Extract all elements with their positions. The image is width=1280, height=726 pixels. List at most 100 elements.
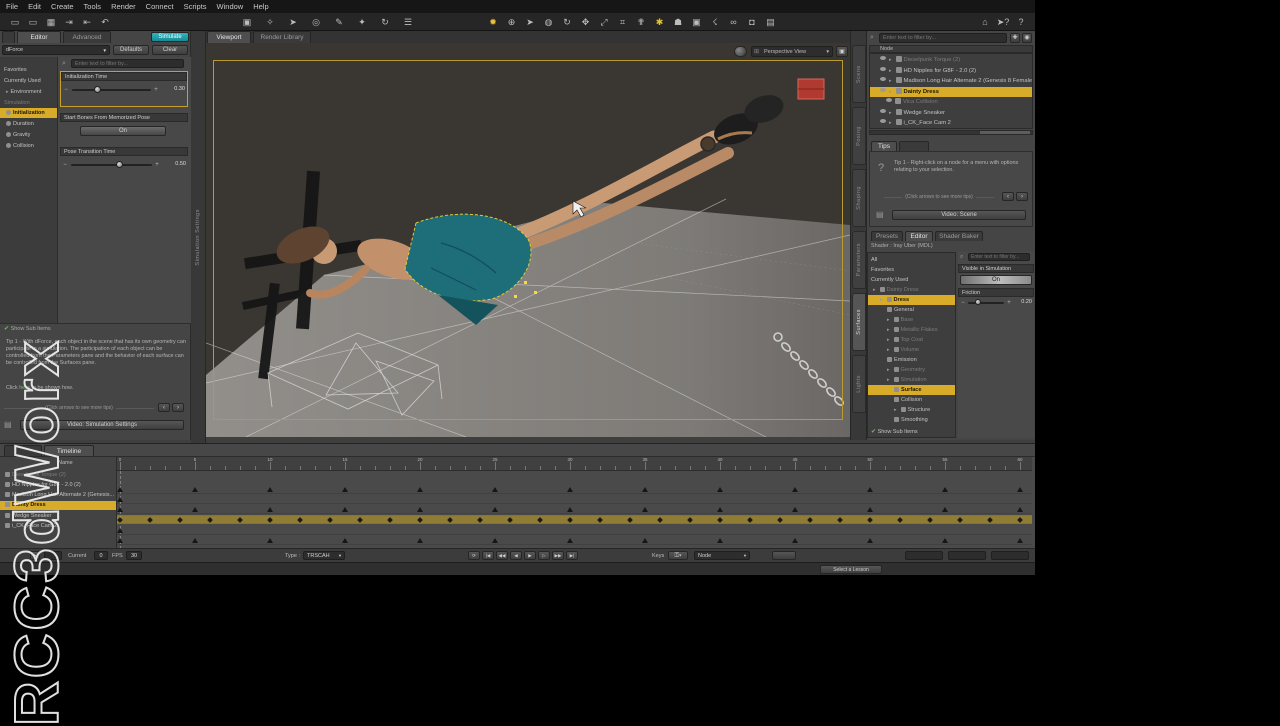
keyframe-icon[interactable]	[642, 507, 648, 512]
sim-group-simulation[interactable]: Simulation	[0, 98, 57, 108]
keyframe-icon[interactable]	[1017, 487, 1023, 492]
start-bones-on-button[interactable]: On	[80, 126, 166, 136]
figure-icon[interactable]: ✟	[634, 15, 648, 29]
home-icon[interactable]: ⌂	[978, 15, 992, 29]
node-link-icon[interactable]: ⌗	[616, 15, 630, 29]
keyframe-icon[interactable]	[807, 517, 813, 523]
surfaces-show-sub-items[interactable]: ✔ Show Sub Items	[868, 427, 955, 437]
keyframe-icon[interactable]	[747, 517, 753, 523]
side-tab-posing[interactable]: Posing	[852, 107, 866, 165]
expand-arrow-icon[interactable]: ▸	[887, 327, 890, 333]
rotate-tool-icon[interactable]: ↻	[560, 15, 574, 29]
menu-item-tools[interactable]: Tools	[84, 2, 102, 11]
timeline-row-track[interactable]	[117, 485, 1032, 494]
tips-tab[interactable]: Tips	[871, 141, 897, 151]
translate-tool-icon[interactable]: ✥	[579, 15, 593, 29]
keyframe-icon[interactable]	[987, 517, 993, 523]
surfaces-tab-shader-baker[interactable]: Shader Baker	[935, 231, 983, 241]
side-tab-parameters[interactable]: Parameters	[852, 231, 866, 289]
keyframe-icon[interactable]	[1017, 538, 1023, 543]
keyframe-icon[interactable]	[897, 517, 903, 523]
keyframe-icon[interactable]	[492, 487, 498, 492]
keyframe-icon[interactable]	[117, 497, 123, 502]
dforce-dropdown[interactable]: dForce ▼	[2, 45, 110, 55]
expand-arrow-icon[interactable]: ▸	[889, 89, 892, 95]
tips-next-button[interactable]: ›	[1016, 192, 1028, 201]
spray-icon[interactable]: ✦	[355, 15, 369, 29]
slider-track[interactable]	[968, 302, 1004, 304]
keyframe-icon[interactable]	[192, 538, 198, 543]
scene-node-wedge-sneaker[interactable]: ▸ Wedge Sneaker	[870, 108, 1032, 118]
keyframe-icon[interactable]	[237, 517, 243, 523]
keyframe-icon[interactable]	[267, 517, 273, 523]
timeline-value-box-2[interactable]	[948, 551, 986, 560]
keyframe-icon[interactable]	[387, 517, 393, 523]
menu-item-render[interactable]: Render	[111, 2, 136, 11]
sim-group-initialization[interactable]: Initialization	[0, 108, 57, 118]
surface-tree-simulation[interactable]: ▸ Simulation	[868, 375, 955, 385]
keyframe-icon[interactable]	[417, 538, 423, 543]
keyframe-icon[interactable]	[717, 487, 723, 492]
slider-minus[interactable]: −	[62, 162, 68, 168]
lock-icon[interactable]: ◘	[745, 15, 759, 29]
tab-render-library[interactable]: Render Library	[253, 31, 311, 43]
select-lesson-button[interactable]: Select a Lesson	[820, 565, 882, 574]
keyframe-icon[interactable]	[642, 538, 648, 543]
expand-arrow-icon[interactable]: ▸	[880, 297, 883, 303]
keyframe-icon[interactable]	[117, 538, 123, 543]
sim-pane-stub-tab[interactable]	[2, 31, 15, 43]
keyframe-icon[interactable]	[117, 517, 123, 523]
slider-track[interactable]	[72, 89, 151, 91]
open-icon[interactable]: ▭	[8, 15, 22, 29]
menu-item-connect[interactable]: Connect	[146, 2, 174, 11]
scene-node-dieselpunk-torque-2-[interactable]: ▸ Dieselpunk Torque (2)	[870, 55, 1032, 65]
transport-prev-key-button[interactable]: ◀◀	[496, 551, 508, 560]
help-icon[interactable]: ?	[1014, 15, 1028, 29]
slider-minus[interactable]: −	[960, 300, 966, 306]
keyframe-icon[interactable]	[342, 487, 348, 492]
surface-tree-currently-used[interactable]: Currently Used	[868, 275, 955, 285]
sim-group-currently-used[interactable]: Currently Used	[0, 76, 57, 86]
eye-icon[interactable]	[880, 66, 886, 71]
keyframe-icon[interactable]	[567, 538, 573, 543]
surface-tree-favorites[interactable]: Favorites	[868, 265, 955, 275]
expand-arrow-icon[interactable]: ▸	[889, 68, 892, 74]
keyframe-icon[interactable]	[177, 517, 183, 523]
keyframe-icon[interactable]	[942, 487, 948, 492]
expand-arrow-icon[interactable]: ▸	[889, 57, 892, 63]
visible-in-sim-on-button[interactable]: On	[960, 275, 1032, 285]
scene-nav-icon[interactable]: ✹	[486, 15, 500, 29]
viewport-canvas[interactable]: ⊞ Perspective View ▼ ▣	[206, 43, 850, 437]
keyframe-icon[interactable]	[567, 517, 573, 523]
export-icon[interactable]: ⇤	[80, 15, 94, 29]
sim-tab-editor[interactable]: Editor	[17, 31, 61, 43]
current-frame-field[interactable]: 0	[94, 551, 108, 560]
keyframe-icon[interactable]	[537, 517, 543, 523]
keyframe-icon[interactable]	[867, 507, 873, 512]
scene-hscrollbar[interactable]	[869, 130, 1033, 135]
scene-add-button[interactable]: ✚	[1010, 33, 1020, 43]
keyframe-icon[interactable]	[867, 487, 873, 492]
keyframe-icon[interactable]	[117, 528, 123, 533]
left-pane-vertical-tab[interactable]: Simulation Settings	[191, 31, 206, 443]
keyframe-icon[interactable]	[792, 538, 798, 543]
keyframe-icon[interactable]	[792, 507, 798, 512]
keyframe-icon[interactable]	[942, 538, 948, 543]
timeline-row-track[interactable]	[117, 526, 1032, 535]
context-help-icon[interactable]: ➤?	[996, 15, 1010, 29]
keyframe-icon[interactable]	[342, 507, 348, 512]
merge-icon[interactable]: ▭	[26, 15, 40, 29]
pen-icon[interactable]: ✎	[332, 15, 346, 29]
pose-transition-slider[interactable]: − +0.50	[62, 160, 186, 170]
friction-slider[interactable]: − +0.20	[960, 298, 1032, 308]
pin-icon[interactable]: ☇	[708, 15, 722, 29]
undo-icon[interactable]: ↶	[98, 15, 112, 29]
tips-prev-button[interactable]: ‹	[1002, 192, 1014, 201]
timeline-row-track[interactable]	[117, 505, 1032, 514]
surface-tree-structure[interactable]: ▸ Structure	[868, 405, 955, 415]
keyframe-icon[interactable]	[267, 487, 273, 492]
slider-handle[interactable]	[94, 86, 101, 93]
side-tab-lights[interactable]: Lights	[852, 355, 866, 413]
surfaces-tab-presets[interactable]: Presets	[871, 231, 903, 241]
timeline-ruler[interactable]: 0 5 10 15 20 25 30 35 40 45 50 55 60	[117, 457, 1032, 471]
